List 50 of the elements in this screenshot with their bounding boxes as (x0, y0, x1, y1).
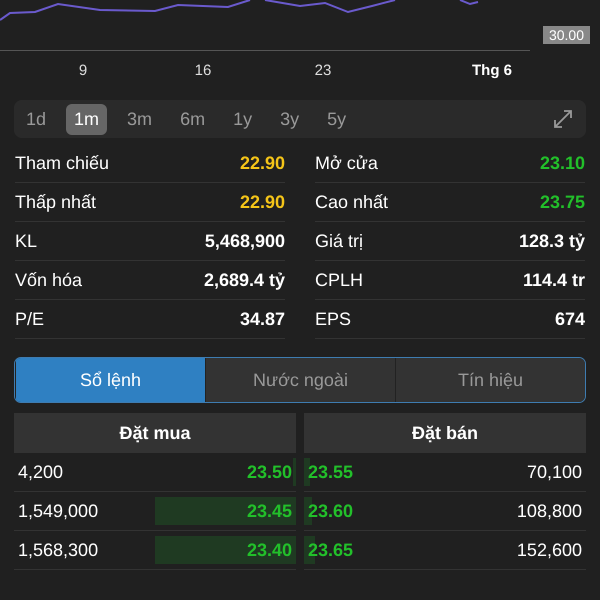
sell-price: 23.65 (308, 540, 354, 560)
range-tab[interactable]: 3m (119, 104, 160, 134)
stat-label: Tham chiếu (15, 152, 110, 174)
axis-label: 9 (78, 62, 88, 79)
range-tab[interactable]: 5y (319, 104, 354, 134)
section-tab[interactable]: Tín hiệu (395, 358, 585, 402)
stat-label: Vốn hóa (15, 270, 82, 290)
stat-label: Thấp nhất (15, 192, 96, 212)
stat-value: 674 (554, 308, 585, 330)
stat-value: 23.75 (540, 192, 585, 212)
column-header: Đặt bán (304, 413, 586, 453)
range-tab[interactable]: 1d (18, 104, 54, 134)
stat-value: 5,468,900 (204, 230, 285, 252)
buy-volume: 1,549,000 (18, 500, 98, 522)
stat-value: 22.90 (240, 152, 285, 174)
stat-label: Mở cửa (315, 152, 378, 174)
stat-value: 128.3 tỷ (518, 230, 585, 252)
column-header: Đặt mua (14, 413, 296, 453)
sell-volume: 108,800 (516, 500, 582, 522)
stat-value: 114.4 tr (522, 270, 585, 290)
section-tab[interactable]: Sổ lệnh (15, 358, 205, 402)
stat-value: 23.10 (540, 152, 585, 174)
sell-volume: 152,600 (516, 540, 582, 560)
axis-label: 23 (314, 62, 332, 79)
expand-icon[interactable] (552, 108, 574, 130)
axis-label: 16 (194, 62, 212, 79)
range-tab[interactable]: 1m (66, 104, 108, 134)
stat-label: CPLH (315, 270, 364, 290)
sell-price: 23.55 (308, 462, 354, 482)
buy-volume: 1,568,300 (18, 540, 98, 560)
section-tab[interactable]: Nước ngoài (205, 358, 395, 402)
sell-volume: 70,100 (526, 462, 582, 482)
price-tag: 30.00 (542, 26, 590, 44)
stat-label: P/E (15, 308, 44, 330)
stat-label: KL (15, 230, 38, 252)
range-tab[interactable]: 6m (172, 104, 214, 134)
buy-price: 23.40 (246, 540, 292, 560)
stat-value: 34.87 (240, 308, 285, 330)
axis-label: Thg 6 (472, 62, 512, 79)
stat-label: EPS (315, 308, 352, 330)
stat-label: Cao nhất (315, 192, 388, 212)
range-tab[interactable]: 1y (225, 104, 260, 134)
stat-value: 2,689.4 tỷ (204, 270, 285, 290)
buy-volume: 4,200 (18, 462, 64, 482)
stat-value: 22.90 (240, 192, 285, 212)
sell-price: 23.60 (308, 500, 354, 522)
buy-price: 23.45 (246, 500, 292, 522)
stat-label: Giá trị (315, 230, 364, 252)
buy-price: 23.50 (246, 462, 292, 482)
range-tab[interactable]: 3y (272, 104, 308, 134)
